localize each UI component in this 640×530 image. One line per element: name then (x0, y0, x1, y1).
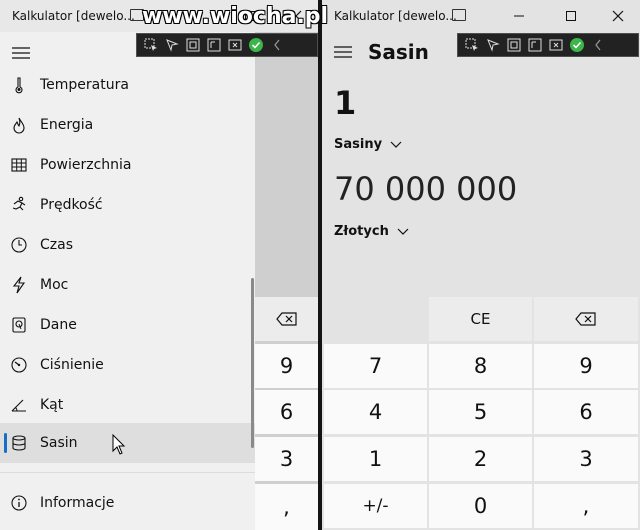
nav-item-powierzchnia[interactable]: Powierzchnia (0, 145, 255, 185)
database-icon (12, 435, 26, 451)
info-icon (11, 495, 27, 511)
key-5[interactable]: 5 (429, 390, 532, 434)
backspace-icon (575, 312, 596, 326)
nav-item-sasin[interactable]: Sasin (0, 423, 255, 463)
layout-adorner-icon[interactable] (185, 37, 201, 53)
chevron-down-icon (390, 141, 402, 148)
nav-scrollbar[interactable] (251, 278, 254, 448)
minimize-icon (514, 15, 524, 17)
collapse-toolbar-icon[interactable] (269, 37, 285, 53)
minimize-button[interactable] (506, 4, 532, 28)
key-1[interactable]: 1 (324, 437, 427, 481)
display-layout-icon[interactable] (548, 37, 564, 53)
hamburger-menu-icon[interactable] (10, 44, 32, 62)
backspace-icon (275, 312, 297, 326)
gauge-icon (11, 357, 27, 373)
key-6[interactable]: 6 (534, 390, 638, 434)
selection-indicator (4, 433, 7, 453)
right-window-title: Kalkulator [dewelo... (334, 9, 457, 23)
left-window-title: Kalkulator [dewelo... (12, 9, 135, 23)
nav-item-cisnienie[interactable]: Ciśnienie (0, 345, 255, 385)
key-2[interactable]: 2 (429, 437, 532, 481)
decimal-separator-button[interactable]: , (534, 484, 638, 528)
cursor-select-icon[interactable] (485, 37, 501, 53)
nav-item-dane[interactable]: Dane (0, 305, 255, 345)
key-9[interactable]: 9 (534, 344, 638, 388)
nav-item-czas[interactable]: Czas (0, 225, 255, 265)
navigation-pane: Temperatura Energia Powierzchnia Prędkoś… (0, 32, 255, 530)
negate-button[interactable]: +/- (324, 484, 427, 528)
nav-item-temperatura[interactable]: Temperatura (0, 65, 255, 105)
collapse-toolbar-icon[interactable] (590, 37, 606, 53)
nav-item-moc[interactable]: Moc (0, 265, 255, 305)
right-titlebar: Kalkulator [dewelo... (322, 0, 640, 32)
left-key-6[interactable]: 6 (255, 390, 318, 434)
chevron-down-icon (397, 228, 409, 235)
hard-drive-icon (12, 317, 26, 333)
right-calculator-window: Kalkulator [dewelo... Sasin 1 Sasiny 70 … (322, 0, 640, 530)
key-7[interactable]: 7 (324, 344, 427, 388)
lightning-icon (12, 276, 26, 294)
close-button[interactable] (605, 4, 631, 28)
grid-icon (11, 158, 27, 172)
input-unit-dropdown[interactable]: Sasiny (334, 137, 402, 152)
left-backspace-button[interactable] (255, 297, 318, 341)
key-8[interactable]: 8 (429, 344, 532, 388)
nav-separator (0, 472, 255, 473)
maximize-button[interactable] (558, 4, 584, 28)
cursor-select-icon[interactable] (164, 37, 180, 53)
left-key-comma[interactable]: , (255, 484, 318, 530)
backspace-button[interactable] (534, 297, 638, 341)
check-status-icon (248, 37, 264, 53)
clock-icon (11, 237, 27, 253)
key-0[interactable]: 0 (429, 484, 532, 528)
select-element-icon[interactable] (143, 37, 159, 53)
nav-item-kat[interactable]: Kąt (0, 385, 255, 425)
mouse-cursor-icon (112, 434, 126, 455)
thermometer-icon (15, 77, 23, 94)
left-key-3[interactable]: 3 (255, 437, 318, 481)
page-title: Sasin (368, 40, 429, 64)
watermark: www.wiocha.pl (142, 4, 329, 29)
angle-icon (11, 399, 26, 412)
runner-icon (12, 196, 26, 211)
close-icon (612, 10, 624, 22)
check-status-icon (569, 37, 585, 53)
left-key-9[interactable]: 9 (255, 344, 318, 388)
input-unit-label: Sasiny (334, 137, 383, 152)
track-focus-icon[interactable] (527, 37, 543, 53)
debug-window-icon (452, 9, 466, 21)
left-debug-toolbar (136, 33, 318, 57)
track-focus-icon[interactable] (206, 37, 222, 53)
select-element-icon[interactable] (464, 37, 480, 53)
fire-icon (13, 117, 25, 134)
nav-item-informacje[interactable]: Informacje (0, 483, 255, 523)
key-3[interactable]: 3 (534, 437, 638, 481)
layout-adorner-icon[interactable] (506, 37, 522, 53)
right-debug-toolbar (457, 33, 639, 57)
input-value[interactable]: 1 (334, 84, 356, 122)
nav-item-predkosc[interactable]: Prędkość (0, 185, 255, 225)
output-unit-label: Złotych (334, 224, 389, 239)
display-layout-icon[interactable] (227, 37, 243, 53)
nav-item-energia[interactable]: Energia (0, 105, 255, 145)
hamburger-menu-icon[interactable] (332, 43, 354, 61)
key-4[interactable]: 4 (324, 390, 427, 434)
maximize-icon (566, 11, 576, 21)
ce-button[interactable]: CE (429, 297, 532, 341)
left-calculator-window: Kalkulator [dewelo... 9 6 3 , Temperatur… (0, 0, 318, 530)
output-unit-dropdown[interactable]: Złotych (334, 224, 409, 239)
output-value[interactable]: 70 000 000 (334, 170, 517, 208)
